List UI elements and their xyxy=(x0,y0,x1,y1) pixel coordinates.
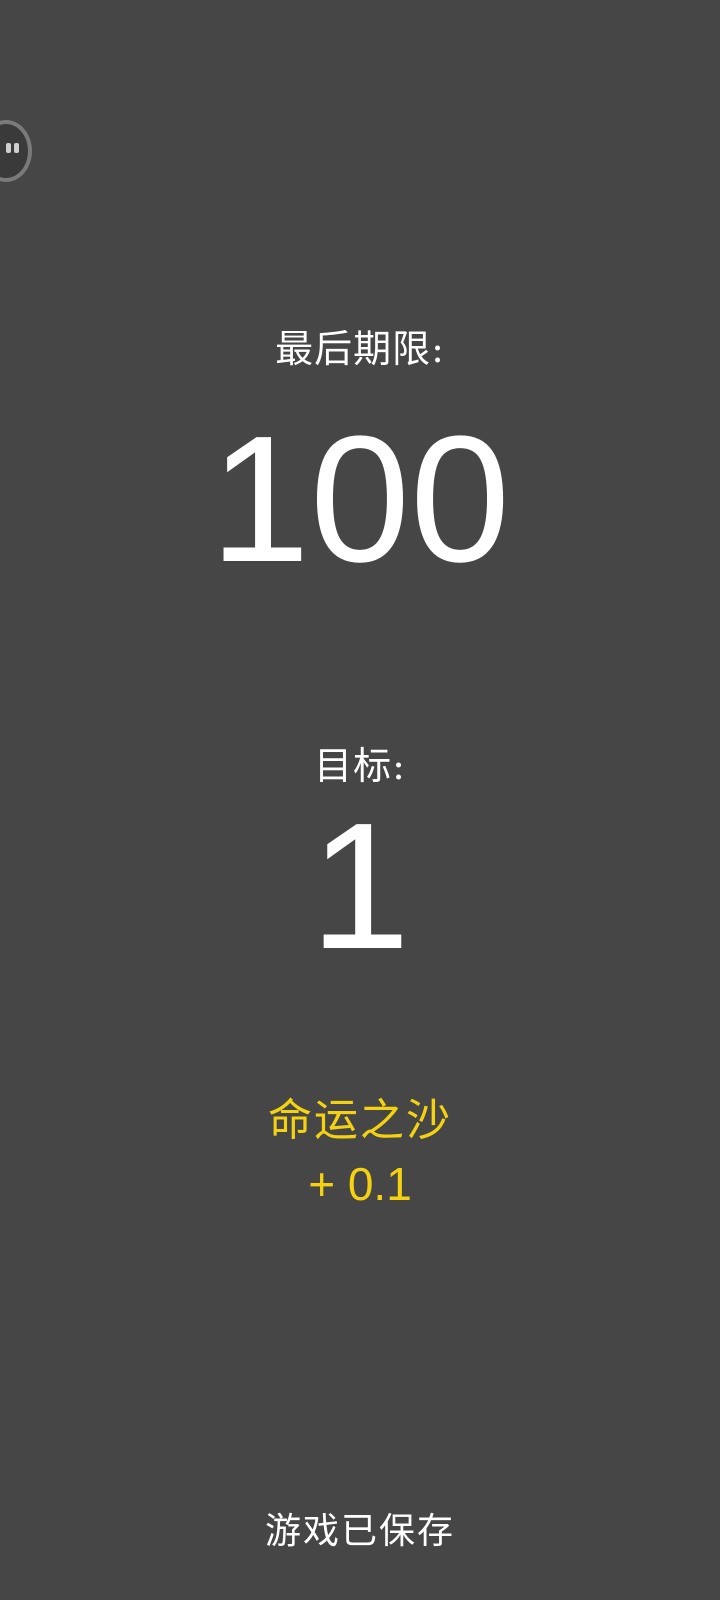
pause-icon xyxy=(6,143,24,159)
save-status-text: 游戏已保存 xyxy=(264,1511,455,1552)
bonus-value: + 0.1 xyxy=(308,1158,412,1210)
target-label: 目标: xyxy=(314,744,406,788)
deadline-label: 最后期限: xyxy=(275,327,445,371)
deadline-value: 100 xyxy=(209,399,511,600)
bonus-name: 命运之沙 xyxy=(268,1095,452,1146)
target-value: 1 xyxy=(309,786,411,987)
pause-button[interactable] xyxy=(0,120,32,182)
